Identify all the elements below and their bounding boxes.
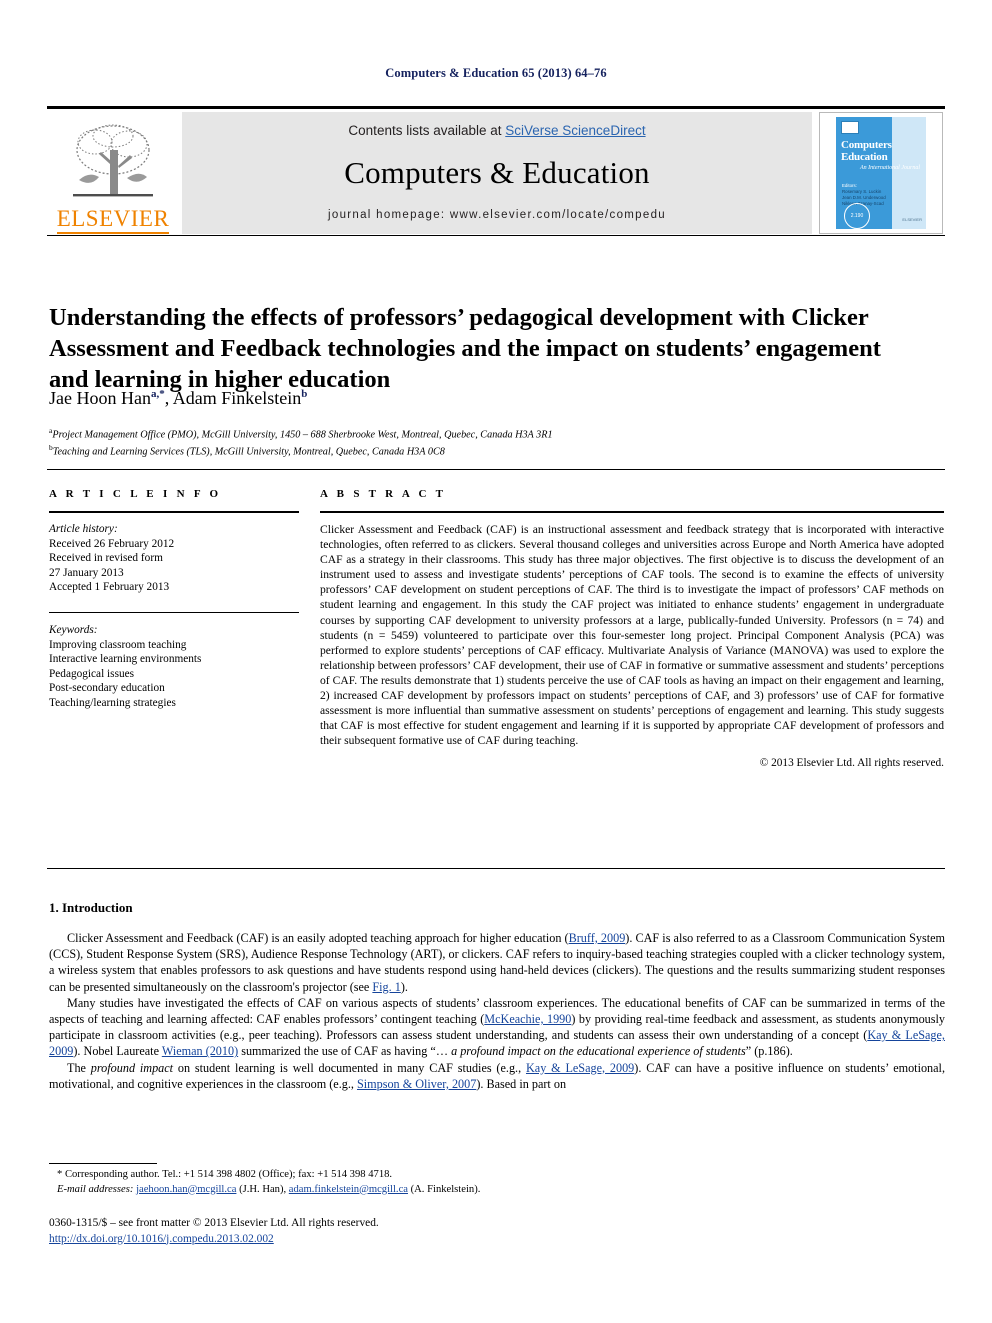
masthead-top-rule	[47, 106, 945, 109]
keywords-block: Keywords: Improving classroom teaching I…	[49, 623, 299, 711]
email1-attribution: (J.H. Han),	[236, 1183, 289, 1195]
issn-front-matter: 0360-1315/$ – see front matter © 2013 El…	[49, 1217, 379, 1229]
article-history: Article history: Received 26 February 20…	[49, 522, 299, 595]
masthead-bottom-rule	[47, 235, 945, 236]
email-addresses-label: E-mail addresses:	[57, 1183, 134, 1195]
affiliation-b-text: Teaching and Learning Services (TLS), Mc…	[52, 446, 445, 458]
para3-part-e: ). Based in part on	[476, 1076, 567, 1091]
elsevier-wordmark: ELSEVIER	[56, 206, 170, 231]
running-head: Computers & Education 65 (2013) 64–76	[385, 66, 607, 80]
cover-title-line2: Education	[841, 151, 888, 163]
article-history-label: Article history:	[49, 523, 118, 535]
journal-band: Contents lists available at SciVerse Sci…	[182, 112, 812, 234]
email-addresses-note: E-mail addresses: jaehoon.han@mcgill.ca …	[49, 1183, 669, 1198]
elsevier-logo: ELSEVIER	[49, 112, 177, 234]
cover-artwork: Computers Education An International Jou…	[836, 117, 926, 229]
citation-mckeachie-1990[interactable]: McKeachie, 1990	[484, 1012, 571, 1026]
footnote-block: * Corresponding author. Tel.: +1 514 398…	[49, 1168, 669, 1197]
doi-link[interactable]: http://dx.doi.org/10.1016/j.compedu.2013…	[49, 1233, 274, 1245]
introduction-body: Clicker Assessment and Feedback (CAF) is…	[49, 930, 945, 1092]
paragraph-3: The profound impact on student learning …	[49, 1060, 945, 1092]
citation-wieman-2010[interactable]: Wieman (2010)	[162, 1044, 238, 1058]
figure-reference-fig1[interactable]: Fig. 1	[372, 980, 400, 994]
cover-editor-2: Jean D.M. Underwood	[842, 195, 886, 200]
para3-emphasis: profound impact	[90, 1060, 174, 1075]
affiliation-a: aProject Management Office (PMO), McGill…	[49, 426, 553, 441]
email2-attribution: (A. Finkelstein).	[407, 1183, 481, 1195]
paragraph-2: Many studies have investigated the effec…	[49, 995, 945, 1060]
affiliation-b: bTeaching and Learning Services (TLS), M…	[49, 443, 445, 458]
imprint-block: 0360-1315/$ – see front matter © 2013 El…	[49, 1216, 669, 1247]
abstract-heading: A B S T R A C T	[320, 488, 447, 500]
sciverse-sciencedirect-link[interactable]: SciVerse ScienceDirect	[505, 123, 645, 138]
para2-part-f: ” (p.186).	[745, 1044, 793, 1059]
citation-bruff-2009[interactable]: Bruff, 2009	[569, 931, 626, 945]
para2-part-c: ). Nobel Laureate	[73, 1044, 162, 1059]
para3-part-c: on student learning is well documented i…	[173, 1060, 526, 1075]
cover-impact-badge: 2.190	[844, 203, 870, 229]
keyword-item: Pedagogical issues	[49, 667, 135, 680]
paragraph-1: Clicker Assessment and Feedback (CAF) is…	[49, 930, 945, 995]
cover-title: Computers Education	[841, 139, 915, 163]
elsevier-underline	[57, 232, 169, 234]
journal-article-page: Computers & Education 65 (2013) 64–76 EL…	[0, 0, 992, 1323]
abstract-rule	[320, 511, 944, 513]
article-info-column: A R T I C L E I N F O Article history: R…	[49, 488, 299, 711]
corresponding-author-note: * Corresponding author. Tel.: +1 514 398…	[57, 1169, 393, 1180]
section-heading-introduction: 1. Introduction	[49, 900, 133, 915]
history-line: 27 January 2013	[49, 566, 124, 579]
page-title: Understanding the effects of professors’…	[49, 304, 881, 394]
journal-homepage[interactable]: journal homepage: www.elsevier.com/locat…	[328, 209, 666, 221]
history-line: Accepted 1 February 2013	[49, 581, 170, 594]
article-info-rule	[49, 511, 299, 513]
author-list: Jae Hoon Hana,*, Adam Finkelsteinb	[49, 388, 308, 408]
cover-editors-label: Editors:	[842, 183, 857, 188]
elsevier-tree-icon	[73, 124, 153, 197]
para3-part-a: The	[67, 1060, 91, 1075]
footnote-rule	[49, 1163, 157, 1164]
para1-part-c: ).	[400, 979, 408, 994]
abstract-copyright: © 2013 Elsevier Ltd. All rights reserved…	[759, 757, 944, 770]
email-link-han[interactable]: jaehoon.han@mcgill.ca	[136, 1184, 236, 1195]
para2-quote: a profound impact on the educational exp…	[451, 1044, 746, 1059]
citation-simpson-oliver-2007[interactable]: Simpson & Oliver, 2007	[357, 1077, 476, 1091]
keyword-item: Teaching/learning strategies	[49, 696, 176, 709]
journal-masthead: ELSEVIER Contents lists available at Sci…	[47, 106, 945, 236]
cover-publisher: ELSEVIER	[902, 217, 922, 222]
para1-part-a: Clicker Assessment and Feedback (CAF) is…	[67, 931, 569, 945]
history-line: Received 26 February 2012	[49, 537, 175, 550]
journal-title: Computers & Education	[344, 155, 650, 190]
contents-available-line: Contents lists available at SciVerse Sci…	[348, 123, 645, 138]
info-zone-top-rule	[47, 469, 945, 470]
history-line: Received in revised form	[49, 552, 163, 565]
keyword-item: Improving classroom teaching	[49, 638, 187, 651]
article-info-heading: A R T I C L E I N F O	[49, 488, 222, 500]
keyword-item: Interactive learning environments	[49, 653, 202, 666]
keywords-label: Keywords:	[49, 623, 98, 636]
cover-subtitle: An International Journal	[860, 165, 920, 171]
info-zone-bottom-rule	[47, 868, 945, 869]
cover-elsevier-mark-icon	[841, 121, 859, 134]
citation-kay-lesage-2009-b[interactable]: Kay & LeSage, 2009	[526, 1061, 634, 1075]
email-link-finkelstein[interactable]: adam.finkelstein@mcgill.ca	[289, 1184, 408, 1195]
journal-cover-thumbnail[interactable]: Computers Education An International Jou…	[819, 112, 943, 234]
abstract-column: A B S T R A C T Clicker Assessment and F…	[320, 488, 944, 769]
keyword-item: Post-secondary education	[49, 682, 165, 695]
cover-editor-1: Rosemary S. Luckin	[842, 189, 882, 194]
affiliation-a-text: Project Management Office (PMO), McGill …	[52, 429, 553, 441]
cover-title-line1: Computers	[841, 139, 892, 151]
abstract-text: Clicker Assessment and Feedback (CAF) is…	[320, 523, 944, 748]
affiliations: aProject Management Office (PMO), McGill…	[49, 424, 889, 459]
keywords-divider	[49, 611, 299, 613]
contents-prefix: Contents lists available at	[348, 123, 506, 138]
para2-part-d: summarized the use of CAF as having “…	[238, 1044, 452, 1059]
